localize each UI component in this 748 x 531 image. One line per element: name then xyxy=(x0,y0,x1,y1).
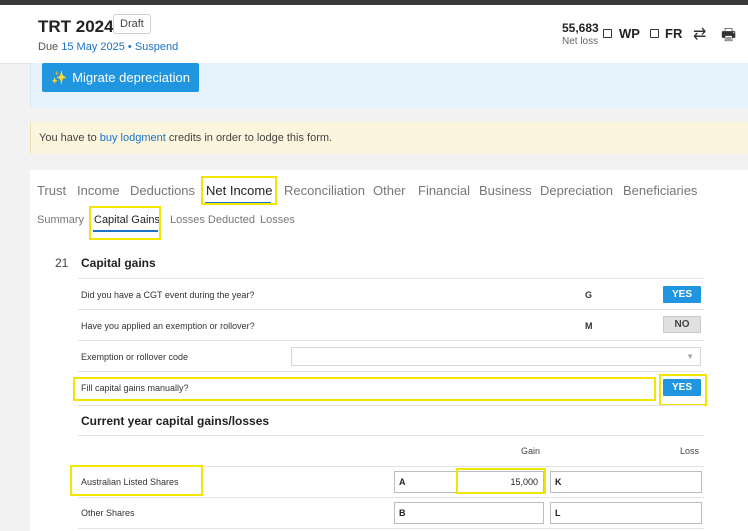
subtab-losses-deducted[interactable]: Losses Deducted xyxy=(170,214,255,226)
fr-label: FR xyxy=(665,26,683,41)
column-gain: Gain xyxy=(521,446,541,456)
form-header: TRT 2024 Draft Due 15 May 2025 • Suspend… xyxy=(0,5,748,64)
row-label-other-shares: Other Shares xyxy=(81,508,135,518)
question-exemption-rollover: Have you applied an exemption or rollove… xyxy=(81,321,255,331)
notice-suffix: credits in order to lodge this form. xyxy=(165,132,333,144)
divider xyxy=(78,309,704,310)
divider xyxy=(78,278,704,279)
chevron-down-icon: ▼ xyxy=(686,352,694,361)
notice-prefix: You have to xyxy=(39,132,100,144)
tab-beneficiaries[interactable]: Beneficiaries xyxy=(623,183,697,198)
section-number: 21 xyxy=(55,256,69,270)
sparkle-icon: ✨ xyxy=(51,69,68,85)
tab-income[interactable]: Income xyxy=(77,183,120,198)
migrate-label: Migrate depreciation xyxy=(72,70,190,85)
question-cgt-event: Did you have a CGT event during the year… xyxy=(81,290,255,300)
lodgment-notice: You have to buy lodgment credits in orde… xyxy=(30,122,748,154)
tab-trust[interactable]: Trust xyxy=(37,183,66,198)
tab-financial[interactable]: Financial xyxy=(418,183,470,198)
tab-depreciation[interactable]: Depreciation xyxy=(540,183,613,198)
exemption-code-label: Exemption or rollover code xyxy=(81,352,189,362)
buy-lodgment-link[interactable]: buy lodgment xyxy=(100,132,166,144)
exemption-no-button[interactable]: NO xyxy=(663,316,701,333)
tab-business[interactable]: Business xyxy=(479,183,532,198)
cgt-event-yes-button[interactable]: YES xyxy=(663,286,701,303)
field-code: L xyxy=(555,508,561,518)
tab-reconciliation[interactable]: Reconciliation xyxy=(284,183,365,198)
loss-field-l[interactable]: L xyxy=(550,502,702,524)
highlight-gain-value xyxy=(456,468,546,494)
due-info: Due 15 May 2025 • Suspend xyxy=(38,41,178,53)
due-prefix: Due xyxy=(38,41,62,53)
divider xyxy=(78,340,704,341)
migrate-depreciation-button[interactable]: ✨ Migrate depreciation xyxy=(42,63,199,92)
net-loss-value: 55,683 xyxy=(562,21,599,35)
field-code: K xyxy=(555,477,562,487)
highlight-fill-manually-yes xyxy=(659,374,707,406)
divider xyxy=(78,435,704,436)
subtab-summary[interactable]: Summary xyxy=(37,214,84,226)
field-code: A xyxy=(399,477,406,487)
print-icon[interactable]: 🖶 xyxy=(721,24,736,51)
due-date-link[interactable]: 15 May 2025 xyxy=(61,41,125,53)
code-m: M xyxy=(585,321,593,331)
highlight-australian-listed-shares xyxy=(70,465,203,496)
highlight-capital-gains-subtab xyxy=(89,206,161,240)
wp-label: WP xyxy=(619,26,640,41)
fr-checkbox[interactable] xyxy=(650,29,659,38)
field-code: B xyxy=(399,508,406,518)
subsection-title: Current year capital gains/losses xyxy=(81,414,270,428)
tab-deductions[interactable]: Deductions xyxy=(130,183,195,198)
divider xyxy=(78,528,704,529)
gain-field-b[interactable]: B xyxy=(394,502,544,524)
net-loss-label: Net loss xyxy=(562,36,599,47)
exemption-code-select[interactable]: ▼ xyxy=(291,347,701,366)
highlight-fill-manually-row xyxy=(73,377,656,401)
highlight-net-income-tab xyxy=(201,176,277,205)
suspend-link[interactable]: Suspend xyxy=(135,41,178,53)
divider xyxy=(78,371,704,372)
wp-checkbox[interactable] xyxy=(603,29,612,38)
subtab-losses[interactable]: Losses xyxy=(260,214,295,226)
tab-other[interactable]: Other xyxy=(373,183,406,198)
due-separator: • xyxy=(124,41,135,53)
loss-field-k[interactable]: K xyxy=(550,471,702,493)
form-title: TRT 2024 xyxy=(38,17,114,36)
section-title: Capital gains xyxy=(81,256,156,270)
column-loss: Loss xyxy=(680,446,700,456)
notice-text: You have to buy lodgment credits in orde… xyxy=(39,132,332,144)
divider xyxy=(78,405,704,406)
code-g: G xyxy=(585,290,593,300)
swap-icon[interactable]: ⇄ xyxy=(693,24,706,44)
divider xyxy=(78,497,704,498)
status-badge: Draft xyxy=(113,14,151,34)
